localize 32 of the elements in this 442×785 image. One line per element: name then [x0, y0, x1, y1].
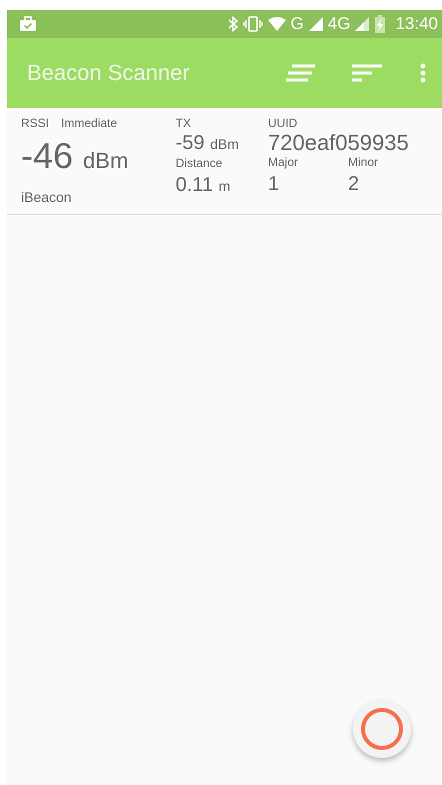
- unit-label: dBm: [210, 136, 239, 152]
- unit-label: dBm: [83, 148, 128, 173]
- sort-icon[interactable]: [352, 64, 382, 82]
- beacon-type: iBeacon: [21, 189, 73, 205]
- tx-value: -59: [176, 132, 205, 154]
- bluetooth-icon: [228, 16, 238, 32]
- proximity-label: Immediate: [61, 116, 118, 130]
- field-label: UUID: [268, 116, 298, 131]
- signal-icon: [308, 17, 323, 31]
- field-label: Distance: [176, 156, 224, 171]
- record-button[interactable]: [353, 700, 411, 758]
- rssi-value: -46: [21, 135, 74, 176]
- minor-value: 2: [348, 172, 360, 196]
- field-label: RSSI: [21, 116, 50, 130]
- app-title: Beacon Scanner: [27, 60, 190, 86]
- distance-value: 0.11: [176, 174, 214, 196]
- uuid-value: 720eaf059935: [268, 131, 410, 155]
- clock-time: 13:40: [395, 14, 438, 34]
- field-label: Minor: [348, 155, 380, 170]
- signal-icon: [355, 17, 370, 31]
- field-label: TX: [176, 116, 192, 131]
- filter-icon[interactable]: [286, 64, 316, 82]
- major-value: 1: [268, 172, 280, 196]
- briefcase-check-icon: [19, 16, 37, 32]
- network-type: 4G: [328, 14, 350, 34]
- more-options-icon[interactable]: [420, 63, 426, 83]
- wifi-icon: [268, 17, 286, 31]
- battery-charging-icon: [374, 15, 386, 33]
- unit-label: m: [218, 178, 230, 194]
- vibrate-icon: [242, 16, 263, 32]
- field-label: Major: [268, 155, 300, 170]
- network-type: G: [290, 14, 304, 34]
